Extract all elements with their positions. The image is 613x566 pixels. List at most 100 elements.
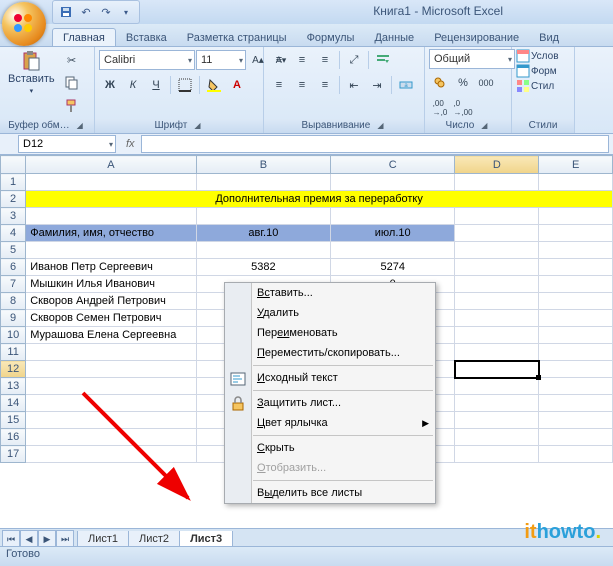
cell[interactable] <box>26 378 196 395</box>
merge-icon[interactable]: a <box>395 74 417 96</box>
cell[interactable]: Мурашова Елена Сергеевна <box>26 327 196 344</box>
fx-icon[interactable]: fx <box>126 138 135 150</box>
formula-input[interactable] <box>141 135 609 153</box>
row-header[interactable]: 13 <box>1 378 26 395</box>
cell[interactable] <box>455 293 539 310</box>
context-menu-item[interactable]: Выделить все листы <box>225 483 435 503</box>
percent-icon[interactable]: % <box>452 72 474 94</box>
align-left-icon[interactable]: ≡ <box>268 74 290 96</box>
row-header[interactable]: 1 <box>1 174 26 191</box>
indent-inc-icon[interactable]: ⇥ <box>366 74 388 96</box>
align-right-icon[interactable]: ≡ <box>314 74 336 96</box>
cell[interactable]: 5382 <box>196 259 331 276</box>
office-button[interactable] <box>2 2 46 46</box>
indent-dec-icon[interactable]: ⇤ <box>343 74 365 96</box>
cell[interactable] <box>455 208 539 225</box>
cell[interactable] <box>455 378 539 395</box>
sheet-tab[interactable]: Лист1 <box>77 531 129 548</box>
cell[interactable] <box>455 446 539 463</box>
format-table-button[interactable]: Форм <box>516 64 557 78</box>
context-menu-item[interactable]: Защитить лист... <box>225 393 435 413</box>
tab-review[interactable]: Рецензирование <box>424 29 529 46</box>
font-name-combo[interactable]: Calibri <box>99 50 195 70</box>
cell[interactable]: Иванов Петр Сергеевич <box>26 259 196 276</box>
number-format-combo[interactable]: Общий <box>429 49 515 69</box>
cell[interactable]: Мышкин Илья Иванович <box>26 276 196 293</box>
row-header[interactable]: 15 <box>1 412 26 429</box>
cell[interactable]: Фамилия, имя, отчество <box>26 225 196 242</box>
col-header[interactable]: E <box>539 156 613 174</box>
cell[interactable] <box>455 327 539 344</box>
context-menu-item[interactable]: Исходный текст <box>225 368 435 388</box>
cell[interactable] <box>455 276 539 293</box>
row-header[interactable]: 4 <box>1 225 26 242</box>
cell[interactable] <box>539 293 613 310</box>
qat-more-icon[interactable]: ▾ <box>119 5 133 19</box>
cell[interactable] <box>539 242 613 259</box>
redo-icon[interactable]: ↷ <box>99 5 113 19</box>
cell[interactable] <box>26 446 196 463</box>
cell[interactable] <box>26 429 196 446</box>
cell[interactable] <box>455 395 539 412</box>
undo-icon[interactable]: ↶ <box>79 5 93 19</box>
orientation-icon[interactable]: ⤢ <box>343 49 365 71</box>
cell[interactable] <box>455 429 539 446</box>
cell[interactable] <box>196 242 331 259</box>
cell[interactable] <box>539 361 613 378</box>
italic-button[interactable]: К <box>122 74 144 96</box>
align-bottom-icon[interactable]: ≡ <box>314 49 336 71</box>
cell[interactable] <box>455 361 539 378</box>
row-header[interactable]: 9 <box>1 310 26 327</box>
cell[interactable] <box>539 412 613 429</box>
cell[interactable]: 5274 <box>331 259 455 276</box>
cell[interactable] <box>539 327 613 344</box>
context-menu-item[interactable]: Вставить... <box>225 283 435 303</box>
row-header[interactable]: 16 <box>1 429 26 446</box>
context-menu-item[interactable]: Переименовать <box>225 323 435 343</box>
cell[interactable] <box>26 242 196 259</box>
cell[interactable] <box>196 208 331 225</box>
currency-icon[interactable] <box>429 72 451 94</box>
cell[interactable] <box>539 225 613 242</box>
cell[interactable]: Дополнительная премия за переработку <box>26 191 613 208</box>
dec-decimal-icon[interactable]: ,0→,00 <box>452 97 474 119</box>
align-launcher-icon[interactable]: ◢ <box>374 120 386 131</box>
row-header[interactable]: 6 <box>1 259 26 276</box>
cond-format-button[interactable]: Услов <box>516 49 559 63</box>
tab-insert[interactable]: Вставка <box>116 29 177 46</box>
cell[interactable] <box>539 310 613 327</box>
cell[interactable] <box>539 208 613 225</box>
row-header[interactable]: 3 <box>1 208 26 225</box>
cell[interactable]: авг.10 <box>196 225 331 242</box>
cell[interactable] <box>455 225 539 242</box>
align-middle-icon[interactable]: ≡ <box>291 49 313 71</box>
cell[interactable] <box>455 174 539 191</box>
sheet-tab[interactable]: Лист3 <box>179 531 233 548</box>
cell[interactable] <box>331 208 455 225</box>
wrap-text-icon[interactable] <box>372 49 394 71</box>
col-header[interactable]: D <box>455 156 539 174</box>
tab-formulas[interactable]: Формулы <box>297 29 365 46</box>
cell[interactable] <box>455 344 539 361</box>
col-header[interactable]: C <box>331 156 455 174</box>
cell[interactable] <box>539 174 613 191</box>
fill-color-icon[interactable] <box>203 74 225 96</box>
tab-view[interactable]: Вид <box>529 29 559 46</box>
context-menu-item[interactable]: Удалить <box>225 303 435 323</box>
bold-button[interactable]: Ж <box>99 74 121 96</box>
context-menu-item[interactable]: Скрыть <box>225 438 435 458</box>
font-size-combo[interactable]: 11 <box>196 50 246 70</box>
row-header[interactable]: 11 <box>1 344 26 361</box>
cell[interactable]: Скворов Семен Петрович <box>26 310 196 327</box>
cell[interactable] <box>455 412 539 429</box>
cell[interactable] <box>455 242 539 259</box>
cell[interactable] <box>26 361 196 378</box>
col-header[interactable]: B <box>196 156 331 174</box>
comma-icon[interactable]: 000 <box>475 72 497 94</box>
cell[interactable] <box>331 174 455 191</box>
row-header[interactable]: 2 <box>1 191 26 208</box>
tab-home[interactable]: Главная <box>52 28 116 46</box>
cell[interactable] <box>331 242 455 259</box>
paste-button[interactable]: Вставить ▾ <box>4 49 59 97</box>
row-header[interactable]: 5 <box>1 242 26 259</box>
